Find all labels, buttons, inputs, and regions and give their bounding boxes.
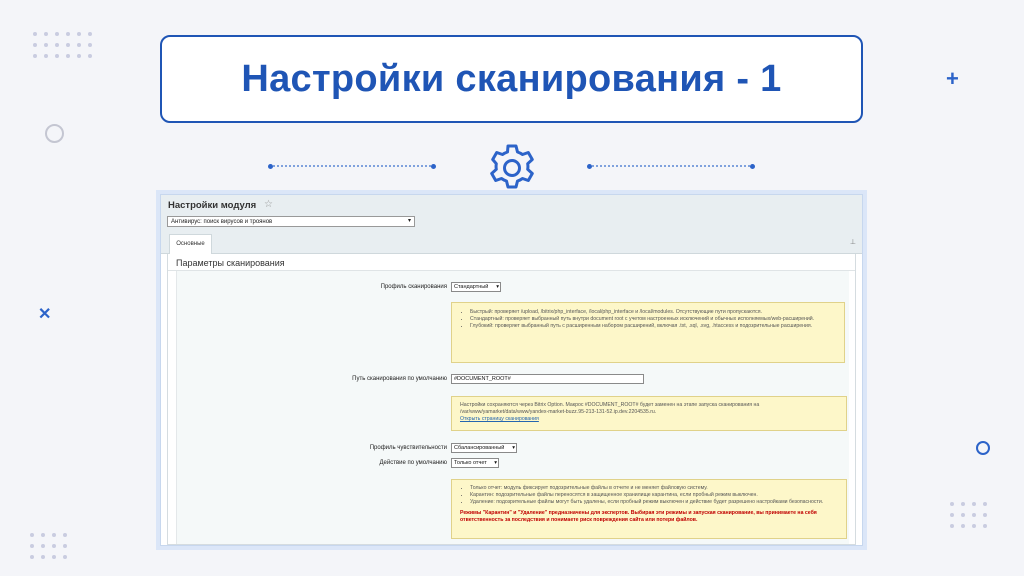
decorative-dot-grid-bottom-right bbox=[950, 502, 987, 528]
action-note-item: Удаление: подозрительные файлы могут быт… bbox=[470, 499, 838, 506]
default-action-note: Только отчет: модуль фиксирует подозрите… bbox=[451, 479, 847, 539]
divider-left bbox=[268, 163, 436, 169]
default-action-select[interactable]: Только отчет ▾ bbox=[451, 458, 499, 468]
settings-panel: Параметры сканирования Профиль сканирова… bbox=[167, 254, 856, 545]
chevron-down-icon: ▾ bbox=[512, 445, 515, 451]
chevron-down-icon: ▾ bbox=[494, 460, 497, 466]
module-settings-screenshot: Настройки модуля ☆ Антивирус: поиск виру… bbox=[160, 194, 863, 546]
module-select[interactable]: Антивирус: поиск вирусов и троянов ▾ bbox=[167, 216, 415, 227]
scan-path-note: Настройки сохраняются через Bitrix Optio… bbox=[451, 396, 847, 431]
section-title: Параметры сканирования bbox=[168, 254, 855, 271]
decorative-ring-left bbox=[45, 124, 64, 143]
scan-profile-select[interactable]: Стандартный ▾ bbox=[451, 282, 501, 292]
tab-main[interactable]: Основные bbox=[169, 234, 212, 254]
path-note-text: Настройки сохраняются через Bitrix Optio… bbox=[460, 402, 760, 415]
scan-path-label: Путь сканирования по умолчанию bbox=[352, 376, 447, 382]
slide-title-box: Настройки сканирования - 1 bbox=[160, 35, 863, 123]
chevron-down-icon: ▾ bbox=[496, 284, 499, 290]
module-select-value: Антивирус: поиск вирусов и троянов bbox=[171, 219, 273, 225]
decorative-cross-icon: ✕ bbox=[38, 306, 52, 323]
sensitivity-label: Профиль чувствительности bbox=[369, 445, 447, 451]
settings-title: Настройки модуля bbox=[168, 200, 257, 211]
default-action-label: Действие по умолчанию bbox=[379, 460, 447, 466]
open-scan-page-link[interactable]: Открыть страницу сканирования bbox=[460, 416, 539, 422]
gear-icon bbox=[490, 144, 534, 189]
profile-note-item: Глубокий: проверяет выбранный путь с рас… bbox=[470, 323, 836, 330]
divider-right bbox=[587, 163, 755, 169]
action-warning: Режимы "Карантин" и "Удаление" предназна… bbox=[460, 510, 817, 523]
star-icon[interactable]: ☆ bbox=[264, 199, 273, 210]
pin-icon[interactable]: ⊥ bbox=[850, 238, 856, 246]
chevron-down-icon: ▾ bbox=[407, 218, 411, 224]
profile-note-item: Быстрый: проверяет /upload, /bitrix/php_… bbox=[470, 309, 836, 316]
default-action-value: Только отчет bbox=[454, 460, 487, 466]
settings-header: Настройки модуля ☆ Антивирус: поиск виру… bbox=[161, 195, 862, 254]
scan-profile-label: Профиль сканирования bbox=[380, 284, 447, 290]
scan-profile-value: Стандартный bbox=[454, 284, 489, 290]
sensitivity-select[interactable]: Сбалансированный ▾ bbox=[451, 443, 517, 453]
decorative-dot-grid-top-left bbox=[33, 32, 92, 58]
action-note-item: Только отчет: модуль фиксирует подозрите… bbox=[470, 485, 838, 492]
decorative-ring-right bbox=[976, 441, 990, 455]
scan-profile-note: Быстрый: проверяет /upload, /bitrix/php_… bbox=[451, 302, 845, 363]
decorative-plus-icon: + bbox=[946, 66, 959, 91]
decorative-dot-grid-bottom-left bbox=[30, 533, 67, 559]
settings-form: Профиль сканирования Стандартный ▾ Быстр… bbox=[176, 271, 849, 544]
slide-title: Настройки сканирования - 1 bbox=[241, 57, 782, 100]
scan-path-input[interactable]: #DOCUMENT_ROOT# bbox=[451, 374, 644, 384]
sensitivity-value: Сбалансированный bbox=[454, 445, 505, 451]
action-note-item: Карантин: подозрительные файлы переносят… bbox=[470, 492, 838, 499]
profile-note-item: Стандартный: проверяет выбранный путь вн… bbox=[470, 316, 836, 323]
